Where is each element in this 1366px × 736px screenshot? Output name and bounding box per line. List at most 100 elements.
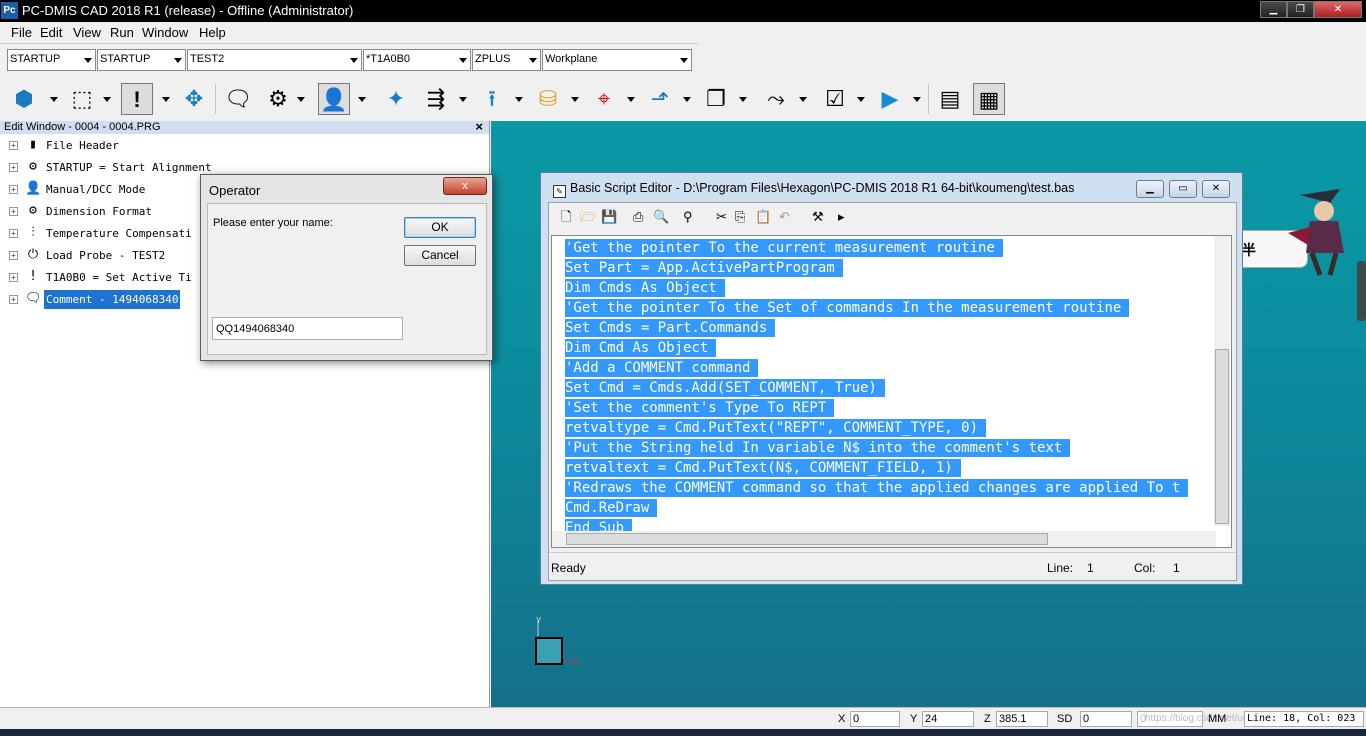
database-icon[interactable]: ⛁ bbox=[532, 83, 564, 115]
col-label: Col: bbox=[1134, 561, 1156, 575]
ok-button[interactable]: OK bbox=[404, 217, 476, 238]
expand-icon[interactable]: + bbox=[9, 295, 18, 304]
arrow-up-icon[interactable]: ⭱ bbox=[476, 83, 508, 115]
expand-icon[interactable]: + bbox=[9, 207, 18, 216]
probe-combo[interactable]: TEST2 bbox=[187, 49, 362, 71]
restore-button[interactable]: ❐ bbox=[1287, 1, 1314, 18]
sd-value: 0 bbox=[1080, 711, 1132, 727]
y-value: 24 bbox=[922, 711, 974, 727]
crosshair-icon[interactable]: ⌖ bbox=[588, 83, 620, 115]
mascot-image bbox=[1288, 189, 1344, 276]
print-icon[interactable]: ⎙ bbox=[633, 210, 643, 224]
person-icon: 👤 bbox=[25, 181, 42, 196]
vertical-scrollbar[interactable] bbox=[1214, 236, 1230, 526]
dropdown-arrow-icon[interactable] bbox=[162, 97, 170, 102]
dropdown-arrow-icon[interactable] bbox=[799, 97, 807, 102]
menu-file[interactable]: File bbox=[11, 25, 32, 40]
copy-icon[interactable]: ❐ bbox=[700, 83, 732, 115]
gears-icon[interactable]: ⚙ bbox=[262, 83, 294, 115]
expand-icon[interactable]: + bbox=[9, 141, 18, 150]
expand-icon[interactable]: + bbox=[9, 251, 18, 260]
dropdown-arrow-icon[interactable] bbox=[297, 97, 305, 102]
checklist-icon[interactable]: ☑ bbox=[819, 83, 851, 115]
tip-combo[interactable]: *T1A0B0 bbox=[363, 49, 471, 71]
new-file-icon[interactable]: 🗋 bbox=[561, 210, 571, 224]
undo-icon[interactable]: ↶ bbox=[779, 210, 790, 224]
run-arrow-icon[interactable]: ▸ bbox=[838, 210, 845, 224]
probe-combo-value: TEST2 bbox=[190, 53, 225, 65]
alignment-combo[interactable]: STARTUP bbox=[7, 49, 96, 71]
cancel-button[interactable]: Cancel bbox=[404, 245, 476, 266]
path-icon[interactable]: ⤳ bbox=[760, 83, 792, 115]
horizontal-scrollbar[interactable] bbox=[552, 531, 1216, 547]
editor-minimize-button[interactable]: ▁ bbox=[1136, 180, 1164, 198]
open-folder-icon[interactable]: 🗁 bbox=[580, 210, 596, 224]
editor-status-text: Ready bbox=[551, 561, 586, 575]
cut-icon[interactable]: ✂ bbox=[716, 210, 727, 224]
report-view-icon[interactable]: ▦ bbox=[973, 83, 1005, 115]
dialog-close-button[interactable]: x bbox=[443, 177, 487, 195]
code-line: 'Get the pointer To the current measurem… bbox=[565, 239, 1003, 257]
dropdown-arrow-icon[interactable] bbox=[459, 97, 467, 102]
expand-icon[interactable]: + bbox=[9, 229, 18, 238]
dialog-body: Please enter your name: OK Cancel bbox=[207, 203, 487, 355]
dropdown-arrow-icon[interactable] bbox=[913, 97, 921, 102]
tree-item[interactable]: + ▮ File Header bbox=[0, 136, 300, 156]
play-icon[interactable]: ▶ bbox=[874, 83, 906, 115]
alignment-combo-2[interactable]: STARTUP bbox=[97, 49, 186, 71]
dropdown-arrow-icon[interactable] bbox=[627, 97, 635, 102]
find-icon[interactable]: ⚲ bbox=[683, 210, 693, 224]
dropdown-arrow-icon[interactable] bbox=[358, 97, 366, 102]
expand-icon[interactable]: + bbox=[9, 163, 18, 172]
dropdown-arrow-icon[interactable] bbox=[571, 97, 579, 102]
vertical-scroll-thumb[interactable] bbox=[1215, 349, 1229, 524]
graph-icon[interactable]: ⬏ bbox=[644, 83, 676, 115]
alignment-icon[interactable]: ⇶ bbox=[420, 83, 452, 115]
save-icon[interactable]: 💾 bbox=[601, 210, 617, 224]
menu-run[interactable]: Run bbox=[110, 25, 134, 40]
probe-axes-icon[interactable]: ✦ bbox=[380, 83, 412, 115]
operator-icon[interactable]: 👤 bbox=[318, 83, 350, 115]
dropdown-arrow-icon[interactable] bbox=[515, 97, 523, 102]
menu-edit[interactable]: Edit bbox=[40, 25, 62, 40]
menu-help[interactable]: Help bbox=[199, 25, 226, 40]
dropdown-arrow-icon[interactable] bbox=[683, 97, 691, 102]
view-cube-icon[interactable]: ⬚ bbox=[66, 83, 98, 115]
os-taskbar bbox=[0, 729, 1366, 736]
copy-icon[interactable]: ⎘ bbox=[735, 210, 745, 224]
hammer-icon[interactable]: ⚒ bbox=[812, 210, 824, 224]
menu-window[interactable]: Window bbox=[142, 25, 188, 40]
script-editor-toolbar: 🗋 🗁 💾 ⎙ 🔍 ⚲ ✂ ⎘ 📋 ↶ ⚒ ▸ bbox=[549, 203, 1238, 233]
horizontal-scroll-thumb[interactable] bbox=[566, 533, 1048, 545]
chevron-down-icon bbox=[680, 58, 688, 63]
expand-icon[interactable]: + bbox=[9, 273, 18, 282]
dropdown-arrow-icon[interactable] bbox=[50, 97, 58, 102]
move-icon[interactable]: ✥ bbox=[178, 83, 210, 115]
part-icon[interactable]: ⬢ bbox=[8, 83, 40, 115]
tip-combo-value: *T1A0B0 bbox=[366, 53, 411, 65]
comment-icon[interactable]: 🗨 bbox=[222, 83, 254, 115]
y-axis-label: Y bbox=[536, 616, 542, 625]
report-icon[interactable]: ▤ bbox=[934, 83, 966, 115]
dropdown-arrow-icon[interactable] bbox=[103, 97, 111, 102]
dropdown-arrow-icon[interactable] bbox=[739, 97, 747, 102]
workplane-combo[interactable]: Workplane bbox=[542, 49, 692, 71]
view-plane-combo[interactable]: ZPLUS bbox=[472, 49, 541, 71]
menu-view[interactable]: View bbox=[73, 25, 101, 40]
z-value: 385.1 bbox=[996, 711, 1048, 727]
minimize-button[interactable]: ▁ bbox=[1260, 1, 1287, 18]
editor-maximize-button[interactable]: ▭ bbox=[1169, 180, 1197, 198]
exclamation-icon[interactable]: ! bbox=[121, 83, 153, 115]
print-preview-icon[interactable]: 🔍 bbox=[653, 210, 669, 224]
code-line: retvaltext = Cmd.PutText(N$, COMMENT_FIE… bbox=[565, 459, 961, 477]
name-input[interactable] bbox=[212, 317, 403, 340]
paste-icon[interactable]: 📋 bbox=[755, 210, 771, 224]
editor-close-button[interactable]: ✕ bbox=[1202, 180, 1230, 198]
close-icon[interactable]: × bbox=[475, 120, 483, 133]
dropdown-arrow-icon[interactable] bbox=[857, 97, 865, 102]
expand-icon[interactable]: + bbox=[9, 185, 18, 194]
close-button[interactable]: ✕ bbox=[1314, 1, 1362, 18]
script-editor-window: ✎ Basic Script Editor - D:\Program Files\… bbox=[540, 172, 1243, 585]
side-handle[interactable] bbox=[1357, 261, 1366, 321]
script-code-area[interactable]: 'Get the pointer To the current measurem… bbox=[551, 235, 1232, 548]
